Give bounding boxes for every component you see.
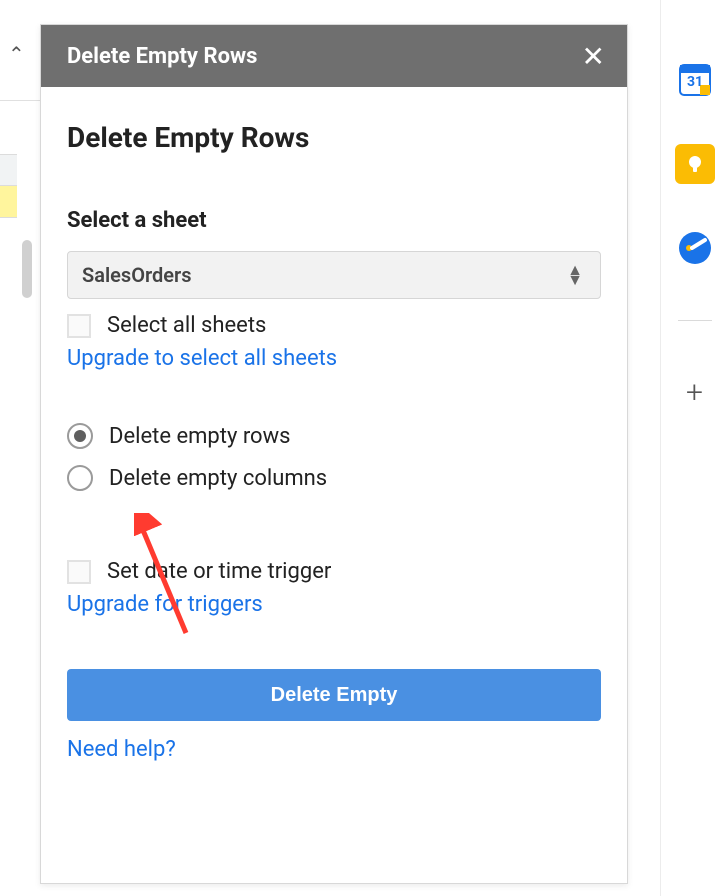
- add-addon-icon[interactable]: +: [686, 375, 703, 410]
- svg-text:31: 31: [686, 74, 702, 90]
- google-side-rail: 31 +: [660, 0, 728, 896]
- delete-rows-label: Delete empty rows: [109, 424, 291, 449]
- panel-header: Delete Empty Rows ✕: [41, 25, 627, 87]
- sheet-cell-fragment: [0, 154, 17, 186]
- sheet-dropdown[interactable]: SalesOrders ▲▼: [67, 251, 601, 299]
- spreadsheet-left-sliver: ⌃: [0, 0, 40, 896]
- delete-columns-option: Delete empty columns: [67, 465, 601, 491]
- delete-rows-option: Delete empty rows: [67, 423, 601, 449]
- addon-side-panel: Delete Empty Rows ✕ Delete Empty Rows Se…: [40, 24, 628, 884]
- panel-body: Delete Empty Rows Select a sheet SalesOr…: [41, 87, 627, 782]
- page-title: Delete Empty Rows: [67, 121, 601, 154]
- trigger-label: Set date or time trigger: [107, 559, 331, 584]
- select-all-sheets-row: Select all sheets: [67, 313, 601, 338]
- rail-divider: [678, 320, 712, 321]
- close-icon[interactable]: ✕: [582, 40, 605, 73]
- upgrade-triggers-link[interactable]: Upgrade for triggers: [67, 592, 263, 617]
- keep-icon[interactable]: [675, 144, 715, 184]
- delete-columns-label: Delete empty columns: [109, 466, 327, 491]
- panel-header-title: Delete Empty Rows: [67, 44, 257, 69]
- trigger-row: Set date or time trigger: [67, 559, 601, 584]
- sheet-dropdown-value: SalesOrders: [82, 263, 192, 287]
- divider: [0, 100, 40, 101]
- tasks-icon[interactable]: [675, 228, 715, 268]
- select-all-label: Select all sheets: [107, 313, 266, 338]
- delete-rows-radio[interactable]: [67, 423, 93, 449]
- scrollbar-thumb[interactable]: [22, 240, 32, 298]
- sheet-cell-fragment-highlight: [0, 186, 17, 218]
- select-sheet-label: Select a sheet: [67, 208, 601, 233]
- delete-empty-button[interactable]: Delete Empty: [67, 669, 601, 721]
- select-all-checkbox[interactable]: [67, 314, 91, 338]
- updown-caret-icon: ▲▼: [567, 265, 582, 284]
- help-link[interactable]: Need help?: [67, 737, 176, 762]
- calendar-icon[interactable]: 31: [675, 60, 715, 100]
- chevron-up-icon: ⌃: [8, 42, 25, 66]
- upgrade-sheets-link[interactable]: Upgrade to select all sheets: [67, 346, 337, 371]
- delete-columns-radio[interactable]: [67, 465, 93, 491]
- trigger-checkbox[interactable]: [67, 560, 91, 584]
